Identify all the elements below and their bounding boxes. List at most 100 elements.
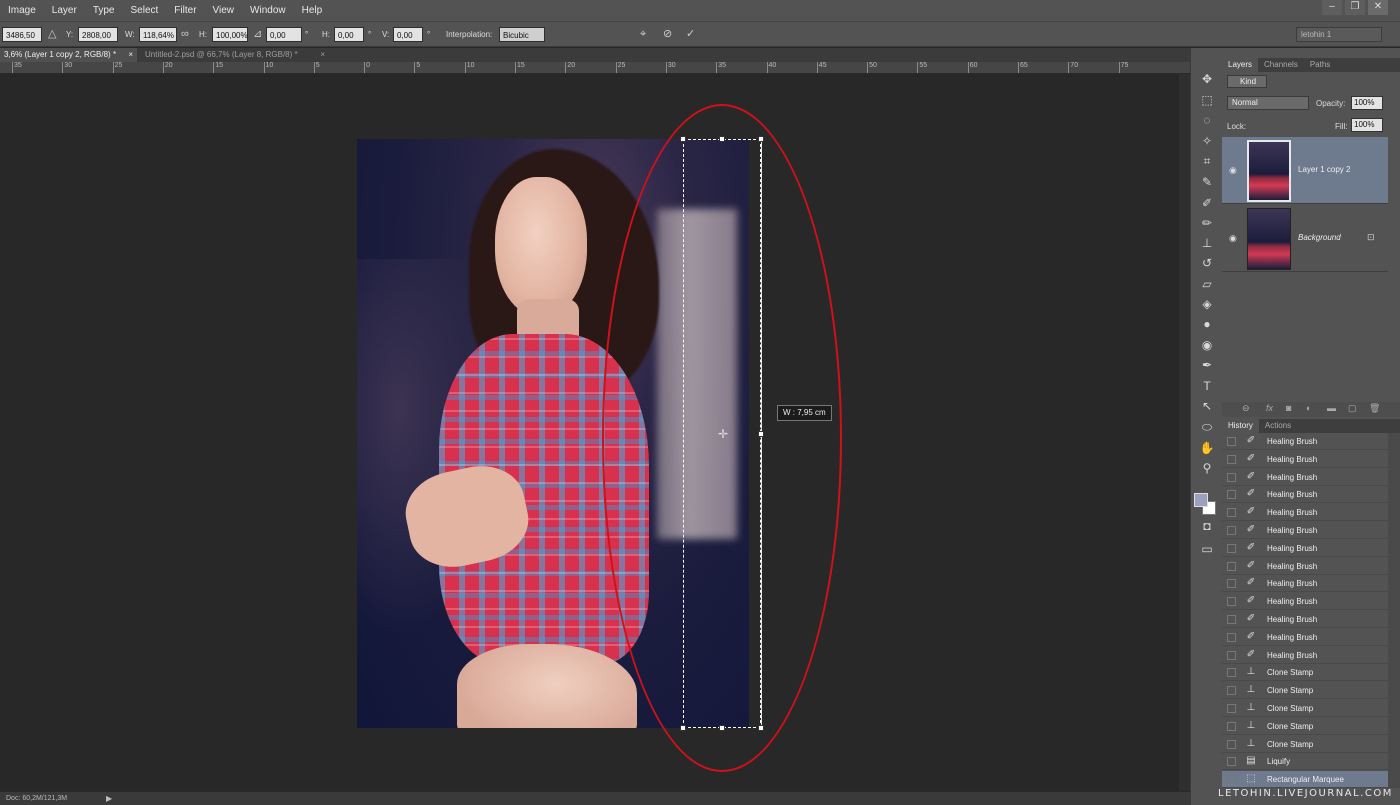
- link-layers-icon[interactable]: ⊖: [1242, 403, 1250, 414]
- restore-button[interactable]: ❐: [1345, 0, 1365, 15]
- history-item[interactable]: ✐ Healing Brush: [1222, 629, 1388, 646]
- menu-help[interactable]: Help: [294, 0, 331, 21]
- history-item[interactable]: ⬚ Rectangular Marquee: [1222, 771, 1388, 789]
- history-snapshot-checkbox[interactable]: [1227, 454, 1236, 464]
- layer-row-layer-1-copy-2[interactable]: ◉ Layer 1 copy 2: [1222, 137, 1388, 204]
- menu-type[interactable]: Type: [85, 0, 123, 21]
- tab-history[interactable]: History: [1222, 419, 1259, 433]
- history-item[interactable]: ▤ Liquify: [1222, 753, 1388, 771]
- horizontal-ruler[interactable]: 35 30 25 20 15 10 5 0 5 10 15 20 25 30 35 40 45 50 55 60 65 7…: [0, 62, 1190, 74]
- blur-tool-icon[interactable]: ●: [1198, 315, 1216, 333]
- history-item[interactable]: ⊥ Clone Stamp: [1222, 682, 1388, 700]
- close-button[interactable]: ✕: [1368, 0, 1388, 15]
- history-item[interactable]: ✐ Healing Brush: [1222, 469, 1388, 486]
- history-item[interactable]: ✐ Healing Brush: [1222, 647, 1388, 664]
- tab-untitled-2[interactable]: Untitled-2.psd @ 66,7% (Layer 8, RGB/8) …: [141, 48, 329, 62]
- pen-tool-icon[interactable]: ✒: [1198, 356, 1216, 374]
- history-snapshot-checkbox[interactable]: [1227, 632, 1236, 642]
- commit-transform-icon[interactable]: ✓: [686, 26, 695, 43]
- history-brush-icon[interactable]: ↺: [1198, 254, 1216, 272]
- history-item[interactable]: ✐ Healing Brush: [1222, 433, 1388, 450]
- history-snapshot-checkbox[interactable]: [1227, 615, 1236, 624]
- tab-active-document[interactable]: 3,6% (Layer 1 copy 2, RGB/8) * ×: [0, 48, 137, 62]
- history-item[interactable]: ⊥ Clone Stamp: [1222, 664, 1388, 682]
- link-icon[interactable]: ∞: [181, 26, 189, 43]
- history-item[interactable]: ✐ Healing Brush: [1222, 486, 1388, 504]
- layer-row-background[interactable]: ◉ Background ⊡: [1222, 205, 1388, 272]
- marquee-tool-icon[interactable]: ⬚: [1198, 91, 1216, 109]
- cancel-transform-icon[interactable]: ⊘: [663, 26, 672, 43]
- opacity-field[interactable]: 100%: [1351, 96, 1383, 110]
- foreground-color-swatch[interactable]: [1194, 493, 1208, 507]
- history-snapshot-checkbox[interactable]: [1227, 543, 1236, 553]
- height-field[interactable]: 100,00%: [212, 27, 248, 42]
- minimize-button[interactable]: –: [1322, 0, 1342, 15]
- history-snapshot-checkbox[interactable]: [1227, 668, 1236, 678]
- path-select-icon[interactable]: ↖: [1198, 397, 1216, 415]
- trash-icon[interactable]: 🗑: [1369, 403, 1380, 414]
- close-tab-icon[interactable]: ×: [128, 48, 133, 62]
- layer-kind-filter[interactable]: Kind: [1227, 75, 1267, 88]
- crop-tool-icon[interactable]: ⌗: [1198, 152, 1216, 170]
- menu-window[interactable]: Window: [242, 0, 294, 21]
- history-scrollbar[interactable]: [1388, 433, 1400, 788]
- close-tab-icon[interactable]: ×: [320, 48, 325, 62]
- history-item[interactable]: ✐ Healing Brush: [1222, 611, 1388, 628]
- new-layer-icon[interactable]: ▢: [1348, 403, 1357, 414]
- type-tool-icon[interactable]: T: [1198, 377, 1216, 395]
- history-snapshot-checkbox[interactable]: [1227, 472, 1236, 482]
- magic-wand-icon[interactable]: ✧: [1198, 132, 1216, 150]
- hand-tool-icon[interactable]: ✋: [1198, 439, 1216, 457]
- dodge-tool-icon[interactable]: ◉: [1198, 336, 1216, 354]
- move-tool-icon[interactable]: ✥: [1198, 70, 1216, 88]
- history-snapshot-checkbox[interactable]: [1227, 526, 1236, 535]
- history-snapshot-checkbox[interactable]: [1227, 437, 1236, 446]
- menu-layer[interactable]: Layer: [44, 0, 85, 21]
- zoom-tool-icon[interactable]: ⚲: [1198, 459, 1216, 477]
- menu-view[interactable]: View: [205, 0, 243, 21]
- blend-mode-select[interactable]: Normal: [1227, 96, 1309, 110]
- interpolation-select[interactable]: Bicubic: [499, 27, 545, 42]
- lasso-tool-icon[interactable]: ◌: [1198, 111, 1216, 129]
- history-snapshot-checkbox[interactable]: [1227, 775, 1236, 785]
- hskew-field[interactable]: 0,00: [334, 27, 364, 42]
- history-item[interactable]: ✐ Healing Brush: [1222, 522, 1388, 539]
- visibility-eye-icon[interactable]: ◉: [1229, 233, 1237, 244]
- quick-mask-icon[interactable]: ◘: [1198, 517, 1216, 535]
- eraser-icon[interactable]: ▱: [1198, 275, 1216, 293]
- menu-filter[interactable]: Filter: [166, 0, 204, 21]
- tab-actions[interactable]: Actions: [1259, 419, 1297, 433]
- fx-icon[interactable]: fx: [1266, 403, 1273, 413]
- history-snapshot-checkbox[interactable]: [1227, 757, 1236, 767]
- history-item[interactable]: ⊥ Clone Stamp: [1222, 700, 1388, 717]
- history-item[interactable]: ⊥ Clone Stamp: [1222, 736, 1388, 753]
- warp-icon[interactable]: ⌖: [640, 26, 646, 43]
- history-snapshot-checkbox[interactable]: [1227, 579, 1236, 589]
- angle-field[interactable]: 0,00: [266, 27, 302, 42]
- clone-stamp-tool-icon[interactable]: ⊥: [1198, 234, 1216, 252]
- history-snapshot-checkbox[interactable]: [1227, 561, 1236, 571]
- vskew-field[interactable]: 0,00: [393, 27, 423, 42]
- brush-tool-icon[interactable]: ✏: [1198, 214, 1216, 232]
- history-snapshot-checkbox[interactable]: [1227, 704, 1236, 713]
- history-snapshot-checkbox[interactable]: [1227, 739, 1236, 749]
- x-field[interactable]: 3486,50 p: [2, 27, 42, 55]
- status-menu-arrow-icon[interactable]: ▶: [106, 792, 112, 805]
- menu-image[interactable]: Image: [0, 0, 44, 21]
- eyedropper-icon[interactable]: ✎: [1198, 173, 1216, 191]
- history-snapshot-checkbox[interactable]: [1227, 721, 1236, 731]
- history-item[interactable]: ✐ Healing Brush: [1222, 558, 1388, 575]
- width-field[interactable]: 118,64%: [139, 27, 177, 42]
- mask-icon[interactable]: ◙: [1286, 403, 1291, 413]
- history-item[interactable]: ✐ Healing Brush: [1222, 504, 1388, 522]
- paint-bucket-icon[interactable]: ◈: [1198, 295, 1216, 313]
- history-snapshot-checkbox[interactable]: [1227, 650, 1236, 660]
- visibility-eye-icon[interactable]: ◉: [1229, 165, 1237, 176]
- healing-brush-tool-icon[interactable]: ✐: [1198, 194, 1216, 212]
- tab-layers[interactable]: Layers: [1222, 58, 1259, 72]
- ellipse-tool-icon[interactable]: ⬭: [1198, 418, 1216, 436]
- history-snapshot-checkbox[interactable]: [1227, 686, 1236, 696]
- workspace-select[interactable]: letohin 1: [1296, 27, 1382, 42]
- screen-mode-icon[interactable]: ▭: [1198, 540, 1216, 558]
- history-item[interactable]: ✐ Healing Brush: [1222, 451, 1388, 468]
